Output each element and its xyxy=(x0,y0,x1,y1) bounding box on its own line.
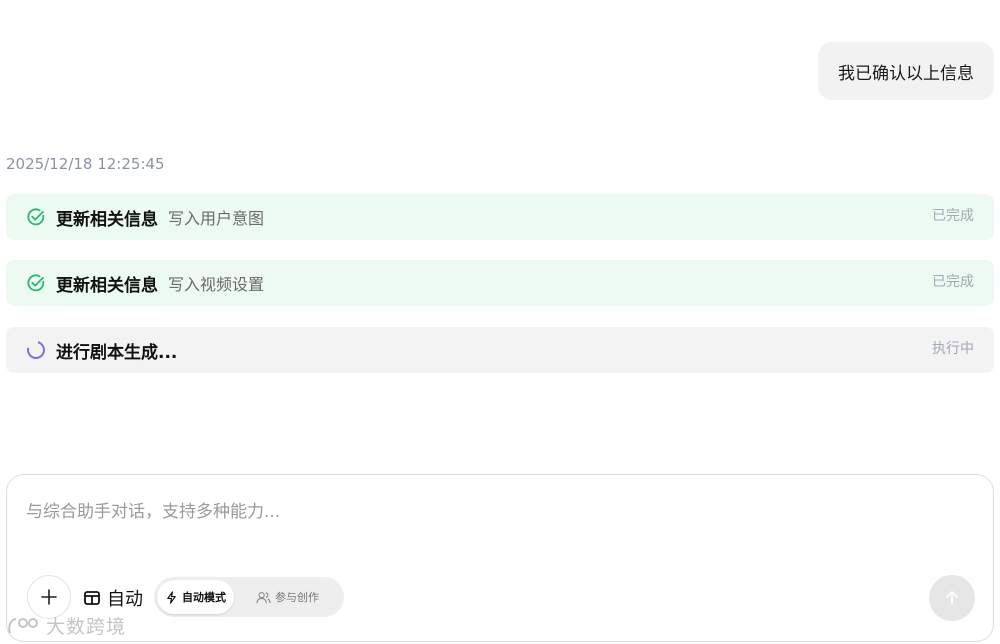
check-circle-icon xyxy=(26,273,46,293)
task-row: 更新相关信息 写入视频设置 已完成 xyxy=(6,260,994,306)
task-row: 进行剧本生成... 执行中 xyxy=(6,327,994,373)
arrow-up-icon xyxy=(943,589,961,607)
chat-composer: 自动 自动模式 xyxy=(6,474,994,642)
user-message-bubble: 我已确认以上信息 xyxy=(818,42,994,100)
task-title: 更新相关信息 xyxy=(56,209,158,230)
layout-icon xyxy=(83,589,101,607)
check-circle-icon xyxy=(26,207,46,227)
send-button[interactable] xyxy=(929,575,975,621)
plus-icon xyxy=(40,588,58,606)
task-detail: 写入视频设置 xyxy=(168,275,265,294)
task-row: 更新相关信息 写入用户意图 已完成 xyxy=(6,194,994,240)
user-message-text: 我已确认以上信息 xyxy=(838,63,974,84)
auto-select-button[interactable]: 自动 xyxy=(83,585,143,611)
chat-input[interactable] xyxy=(26,499,973,525)
task-status: 执行中 xyxy=(932,341,974,357)
lightning-icon xyxy=(165,590,178,604)
task-title: 进行剧本生成... xyxy=(56,342,178,363)
auto-label: 自动 xyxy=(107,589,143,610)
task-title: 更新相关信息 xyxy=(56,275,158,296)
spinner-icon xyxy=(23,337,49,363)
users-icon xyxy=(256,591,271,604)
task-detail: 写入用户意图 xyxy=(168,209,265,228)
task-status: 已完成 xyxy=(932,274,974,290)
chat-page: 我已确认以上信息 2025/12/18 12:25:45 更新相关信息 写入用户… xyxy=(0,0,1000,644)
mode-toggle: 自动模式 参与创作 xyxy=(154,577,344,617)
mode-co-create-option[interactable]: 参与创作 xyxy=(248,580,327,614)
task-status: 已完成 xyxy=(932,208,974,224)
mode-auto-option[interactable]: 自动模式 xyxy=(157,580,234,614)
message-timestamp: 2025/12/18 12:25:45 xyxy=(6,155,165,173)
add-button[interactable] xyxy=(27,575,71,619)
mode-auto-label: 自动模式 xyxy=(182,591,226,604)
mode-co-create-label: 参与创作 xyxy=(275,591,319,604)
